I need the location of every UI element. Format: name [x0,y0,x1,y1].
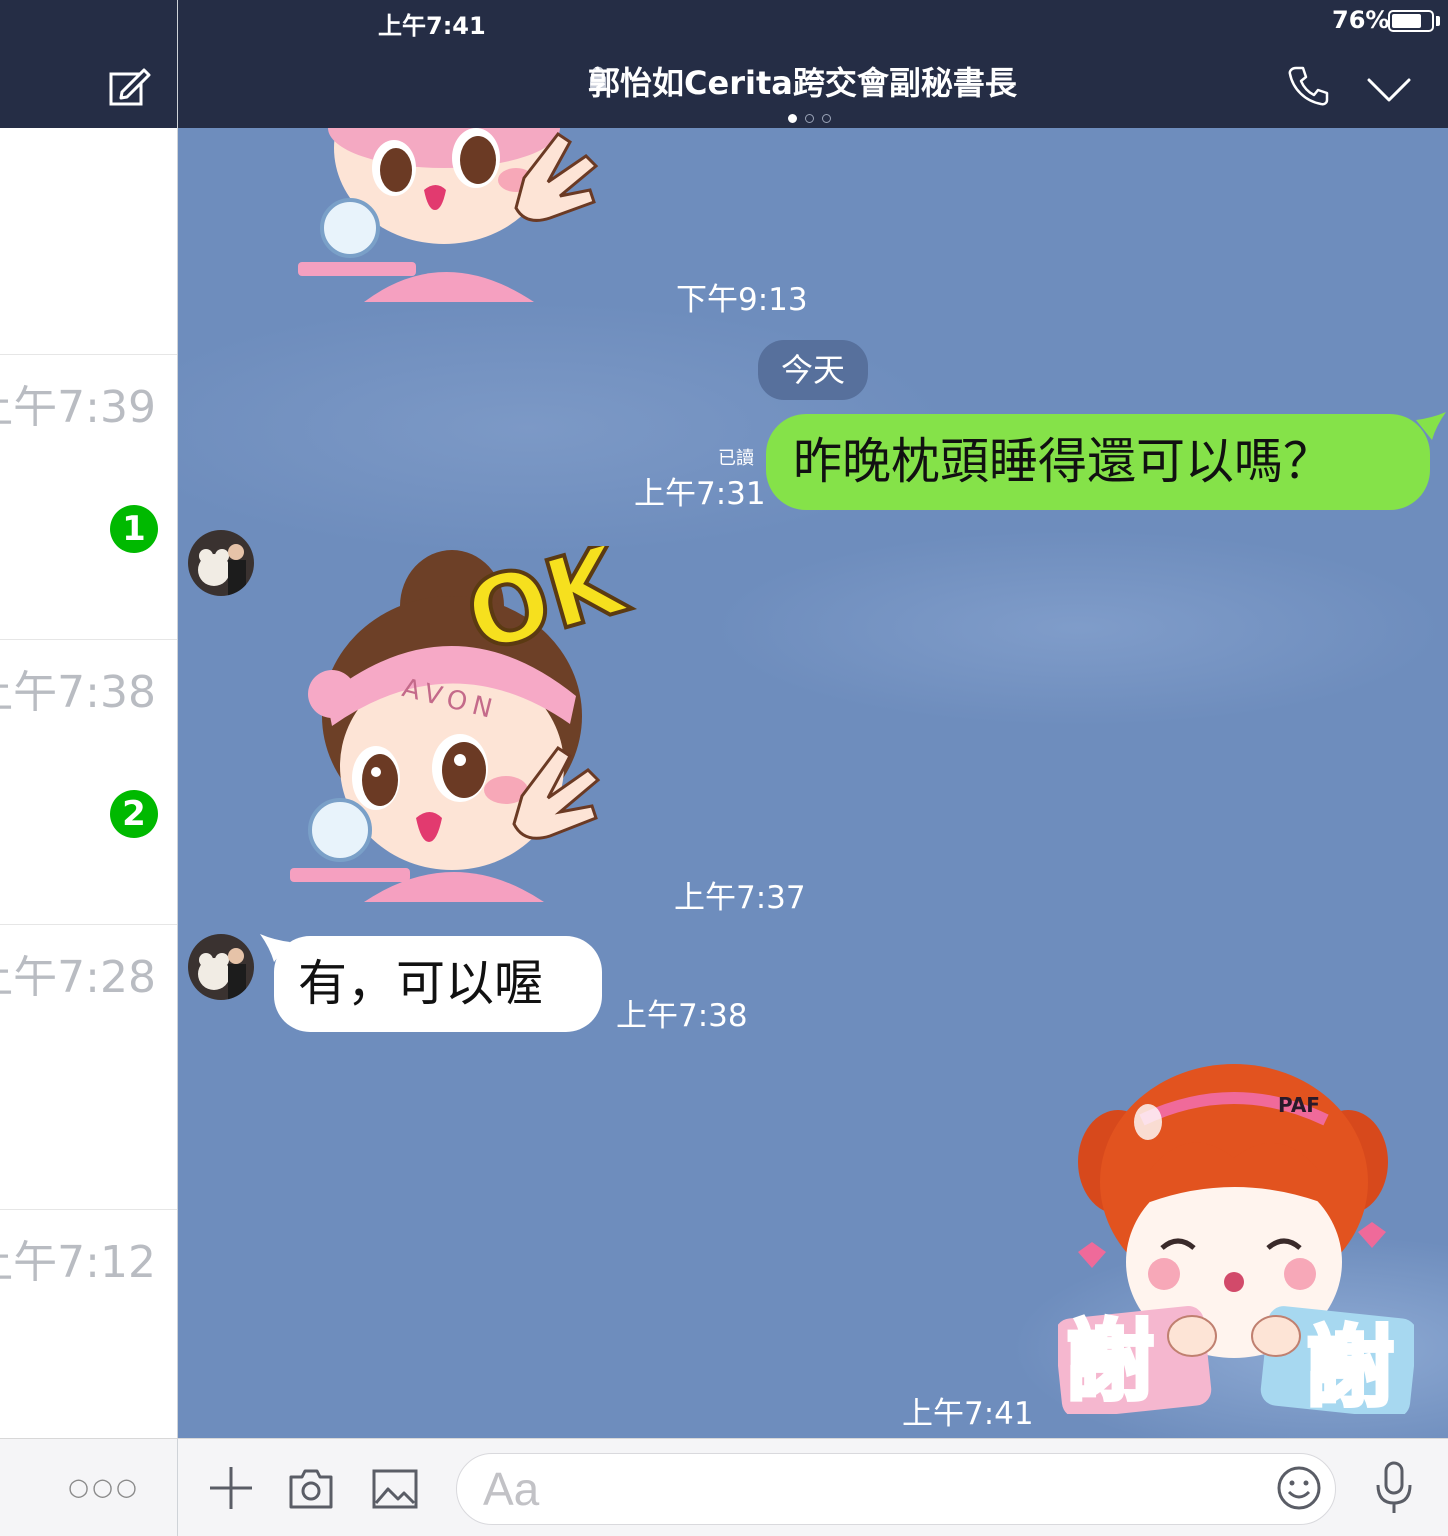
camera-icon[interactable] [288,1469,334,1509]
battery-icon [1388,10,1434,32]
unread-badge: 2 [110,790,158,838]
outgoing-message-bubble[interactable]: 昨晚枕頭睡得還可以嗎？ [766,414,1430,510]
read-receipt: 已讀 [718,448,754,469]
sticker-badge-text: PAF [1278,1093,1320,1117]
chat-list-item-time: 上午7:28 [0,952,156,1003]
ok-sticker-partial[interactable] [284,128,624,302]
chat-list-panel: 上午7:39 1 上午7:38 2 上午7:28 上午7:12 ○○○ [0,0,178,1536]
contact-avatar[interactable] [188,530,254,596]
message-time: 上午7:37 [674,880,806,916]
chat-header: 上午7:41 76% 郭怡如Cerita跨交會副秘書長 [178,0,1448,128]
compose-icon[interactable] [106,64,152,110]
chat-title[interactable]: 郭怡如Cerita跨交會副秘書長 [588,58,1017,104]
phone-icon[interactable] [1286,64,1330,108]
battery-nub [1436,16,1440,26]
chat-list-item-time: 上午7:38 [0,667,156,718]
status-time: 上午7:41 [378,12,486,40]
more-icon[interactable]: ○○○ [68,1473,140,1501]
sticker-thanks-left: 謝 [1066,1310,1154,1413]
date-separator: 今天 [758,340,868,400]
message-time: 上午7:31 [634,476,766,512]
page-indicator [788,108,839,127]
page-dot [788,114,797,123]
incoming-message-bubble[interactable]: 有，可以喔 [274,936,602,1032]
battery-fill [1392,14,1421,28]
message-time: 上午7:41 [902,1396,1034,1432]
image-icon[interactable] [372,1469,418,1509]
chat-list-item[interactable]: 上午7:28 [0,924,177,1209]
chat-list-header [0,0,177,128]
sticker-thanks-right: 謝 [1306,1316,1394,1414]
emoji-icon[interactable] [1276,1465,1322,1511]
page-dot [805,114,814,123]
message-input-bar [178,1438,1448,1536]
page-dot [822,114,831,123]
ok-sticker[interactable]: AVON OK [284,546,640,902]
chat-list-footer: ○○○ [0,1438,177,1536]
unread-badge: 1 [110,505,158,553]
message-input[interactable] [456,1453,1336,1525]
chevron-down-icon[interactable] [1366,72,1412,108]
message-time: 上午7:38 [616,998,748,1034]
chat-list-item[interactable]: 上午7:39 1 [0,354,177,639]
thanks-sticker[interactable]: PAF 謝 謝 [1058,1062,1414,1414]
plus-icon[interactable] [208,1465,254,1511]
chat-list-item[interactable]: 上午7:38 2 [0,639,177,924]
chat-list-item-time: 上午7:39 [0,382,156,433]
sticker-ok-text: OK [454,546,638,674]
battery-percent: 76% [1332,6,1390,34]
chat-messages[interactable]: 下午9:13 今天 已讀 上午7:31 昨晚枕頭睡得還可以嗎？ AVON OK [178,128,1448,1438]
chat-list-item-time: 上午7:12 [0,1237,156,1288]
microphone-icon[interactable] [1374,1461,1414,1515]
message-time: 下午9:13 [676,282,808,318]
contact-avatar[interactable] [188,934,254,1000]
